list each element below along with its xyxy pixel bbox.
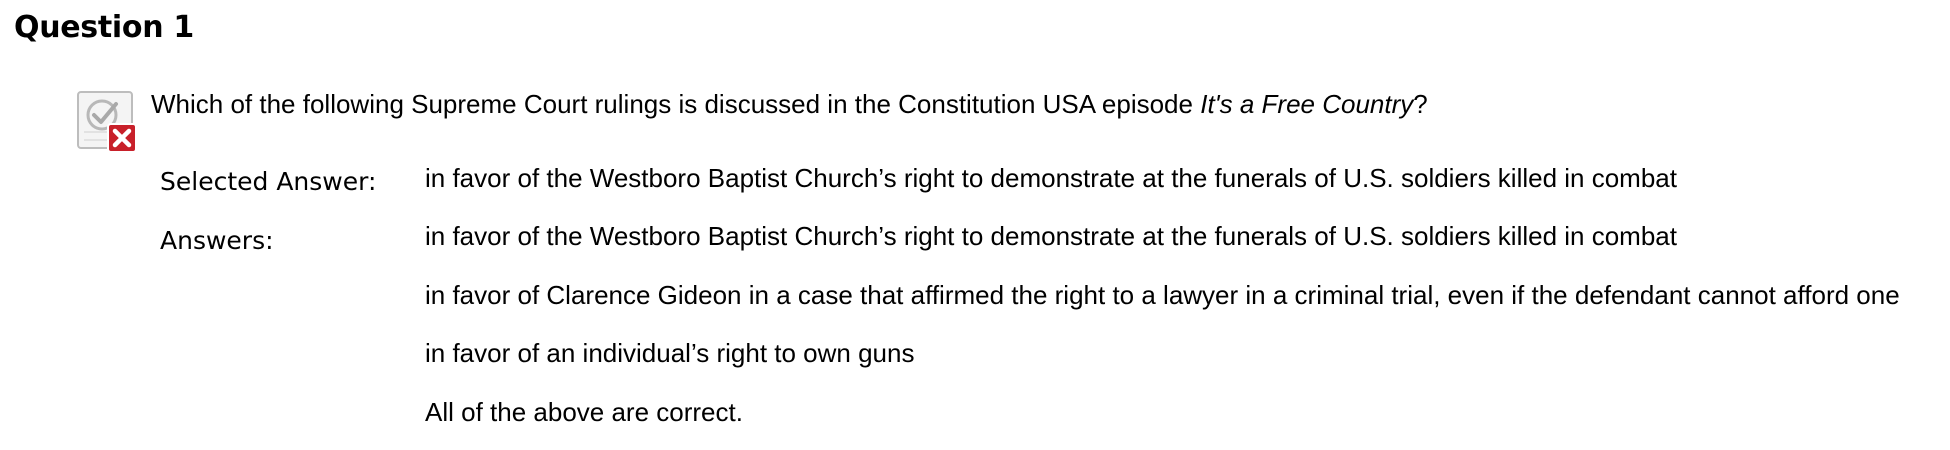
question-mark: ? (1413, 89, 1428, 119)
answer-option-2: in favor of Clarence Gideon in a case th… (425, 280, 1900, 310)
answer-option-1: in favor of the Westboro Baptist Church’… (425, 221, 1677, 251)
answer-option-3: in favor of an individual’s right to own… (425, 338, 915, 368)
episode-title: It's a Free Country (1200, 89, 1414, 119)
question-title: Question 1 (14, 10, 194, 45)
answers-label: Answers: (160, 226, 274, 255)
selected-answer-label: Selected Answer: (160, 167, 377, 196)
answer-option-4: All of the above are correct. (425, 397, 743, 427)
question-text-main: Which of the following Supreme Court rul… (151, 89, 1201, 119)
incorrect-icon (72, 86, 138, 154)
selected-answer-value: in favor of the Westboro Baptist Church’… (425, 163, 1677, 193)
question-text: Which of the following Supreme Court rul… (151, 84, 1428, 124)
